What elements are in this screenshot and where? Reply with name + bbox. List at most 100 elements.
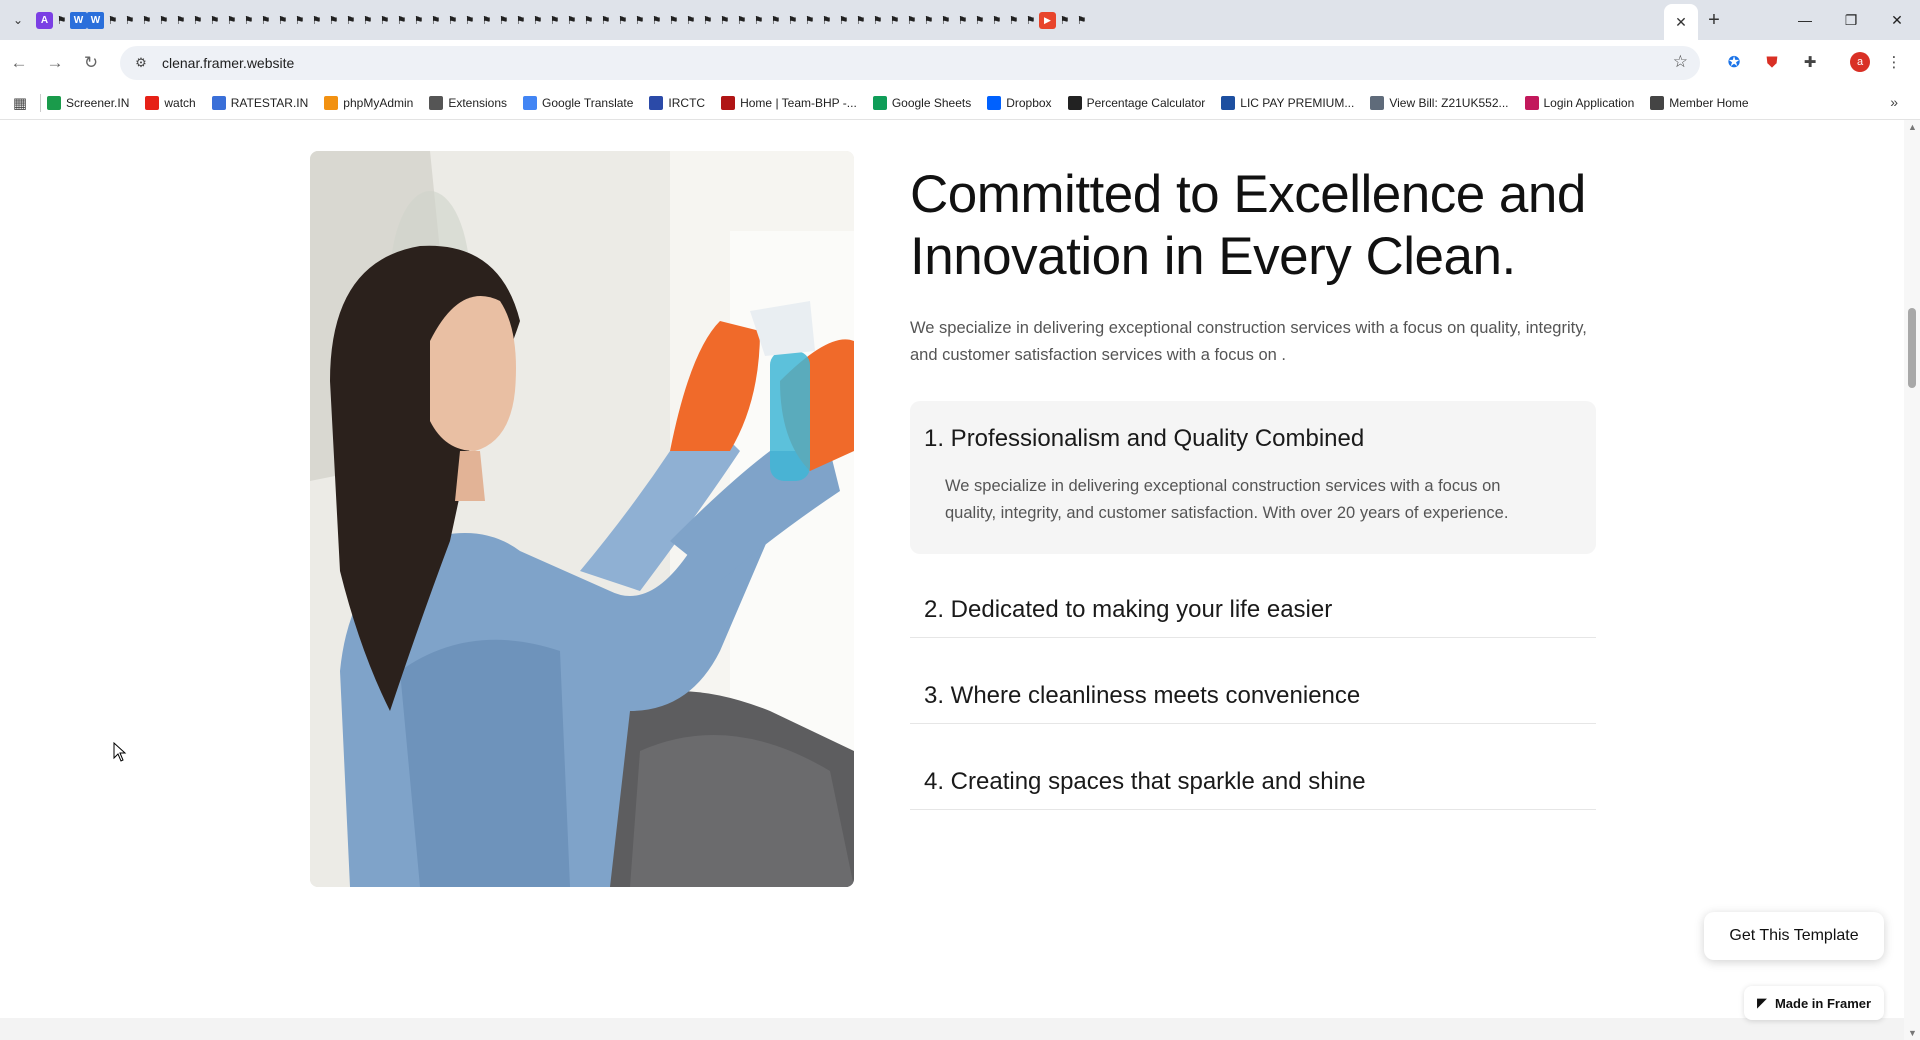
pinned-tab-favicon-icon[interactable]: ⚑ xyxy=(699,12,716,29)
pinned-tab-favicon-icon[interactable]: ▶ xyxy=(1039,11,1056,29)
accordion-title[interactable]: 3. Where cleanliness meets convenience xyxy=(924,682,1360,710)
pinned-tab-favicon-icon[interactable]: ⚑ xyxy=(138,12,155,29)
pinned-tab-favicon-icon[interactable]: ⚑ xyxy=(920,12,937,29)
bookmark-item[interactable]: Google Sheets xyxy=(872,95,971,110)
accordion-title[interactable]: 4. Creating spaces that sparkle and shin… xyxy=(924,768,1366,796)
pinned-tab-favicon-icon[interactable]: W xyxy=(87,11,104,29)
pinned-tab-favicon-icon[interactable]: ⚑ xyxy=(665,12,682,29)
pinned-tab-favicon-icon[interactable]: ⚑ xyxy=(359,12,376,29)
bookmark-item[interactable]: Google Translate xyxy=(523,95,633,110)
apps-grid-icon[interactable]: ▦ xyxy=(0,94,40,112)
scroll-down-icon[interactable]: ▼ xyxy=(1908,1028,1917,1038)
window-close-button[interactable]: ✕ xyxy=(1874,0,1920,40)
pinned-tab-favicon-icon[interactable]: ⚑ xyxy=(1073,12,1090,29)
shield-extension-icon[interactable]: ⛊ xyxy=(1758,48,1786,76)
pinned-tab-favicon-icon[interactable]: ⚑ xyxy=(784,12,801,29)
pinned-tab-favicon-icon[interactable]: ⚑ xyxy=(444,12,461,29)
pinned-tab-favicon-icon[interactable]: ⚑ xyxy=(750,12,767,29)
vpn-extension-icon[interactable]: ✪ xyxy=(1720,48,1748,76)
pinned-tab-favicon-icon[interactable]: ⚑ xyxy=(835,12,852,29)
bookmark-item[interactable]: Extensions xyxy=(429,95,507,110)
pinned-tab-favicon-icon[interactable]: ⚑ xyxy=(529,12,546,29)
bookmark-item[interactable]: Screener.IN xyxy=(47,95,129,110)
pinned-tab-favicon-icon[interactable]: ⚑ xyxy=(376,12,393,29)
site-info-icon[interactable]: ⚙ xyxy=(126,48,156,78)
pinned-tab-favicon-icon[interactable]: ⚑ xyxy=(274,12,291,29)
active-tab[interactable]: ✕ xyxy=(1664,4,1698,40)
reload-icon[interactable]: ↻ xyxy=(74,46,108,80)
pinned-tab-favicon-icon[interactable]: ⚑ xyxy=(104,12,121,29)
pinned-tab-favicon-icon[interactable]: ⚑ xyxy=(971,12,988,29)
pinned-tab-favicon-icon[interactable]: ⚑ xyxy=(257,12,274,29)
profile-avatar[interactable]: a xyxy=(1850,52,1870,72)
pinned-tab-favicon-icon[interactable]: ⚑ xyxy=(291,12,308,29)
forward-icon[interactable]: → xyxy=(38,46,72,80)
bookmark-item[interactable]: RATESTAR.IN xyxy=(211,95,308,110)
pinned-tab-favicon-icon[interactable]: ⚑ xyxy=(937,12,954,29)
accordion-item[interactable]: 2. Dedicated to making your life easier xyxy=(910,576,1596,638)
pinned-tab-favicon-icon[interactable]: ⚑ xyxy=(308,12,325,29)
pinned-tab-favicon-icon[interactable]: ⚑ xyxy=(869,12,886,29)
pinned-tab-favicon-icon[interactable]: ⚑ xyxy=(427,12,444,29)
pinned-tab-favicon-icon[interactable]: ⚑ xyxy=(563,12,580,29)
bookmark-item[interactable]: phpMyAdmin xyxy=(324,95,413,110)
pinned-tab-favicon-icon[interactable]: ⚑ xyxy=(410,12,427,29)
bookmark-item[interactable]: Member Home xyxy=(1650,95,1749,110)
bookmark-item[interactable]: watch xyxy=(145,95,196,110)
pinned-tab-favicon-icon[interactable]: ⚑ xyxy=(1022,12,1039,29)
pinned-tab-favicon-icon[interactable]: ⚑ xyxy=(478,12,495,29)
scrollbar-thumb[interactable] xyxy=(1908,308,1916,388)
puzzle-extensions-icon[interactable]: ✚ xyxy=(1796,48,1824,76)
bookmark-item[interactable]: Login Application xyxy=(1524,95,1634,110)
pinned-tab-favicon-icon[interactable]: ⚑ xyxy=(954,12,971,29)
pinned-tab-favicon-icon[interactable]: ⚑ xyxy=(597,12,614,29)
close-tab-icon[interactable]: ✕ xyxy=(1675,14,1687,31)
pinned-tab-favicon-icon[interactable]: ⚑ xyxy=(1005,12,1022,29)
bookmark-item[interactable]: Percentage Calculator xyxy=(1067,95,1205,110)
accordion-item[interactable]: 4. Creating spaces that sparkle and shin… xyxy=(910,748,1596,810)
minimize-button[interactable]: — xyxy=(1782,0,1828,40)
bookmark-item[interactable]: View Bill: Z21UK552... xyxy=(1370,95,1509,110)
accordion-title[interactable]: 2. Dedicated to making your life easier xyxy=(924,596,1332,624)
pinned-tab-favicon-icon[interactable]: W xyxy=(70,11,87,29)
accordion-title[interactable]: 1. Professionalism and Quality Combined xyxy=(924,425,1364,453)
maximize-button[interactable]: ❐ xyxy=(1828,0,1874,40)
bookmark-item[interactable]: IRCTC xyxy=(649,95,705,110)
get-template-button[interactable]: Get This Template xyxy=(1704,912,1884,960)
pinned-tab-favicon-icon[interactable]: ⚑ xyxy=(53,12,70,29)
pinned-tab-favicon-icon[interactable]: ⚑ xyxy=(648,12,665,29)
pinned-tab-favicon-icon[interactable]: ⚑ xyxy=(189,12,206,29)
tab-search-chevron-icon[interactable]: ⌄ xyxy=(0,0,36,40)
bookmark-item[interactable]: Home | Team-BHP -... xyxy=(721,95,857,110)
pinned-tab-favicon-icon[interactable]: ⚑ xyxy=(495,12,512,29)
pinned-tab-favicon-icon[interactable]: ⚑ xyxy=(1056,12,1073,29)
more-bookmarks-icon[interactable]: » xyxy=(1890,94,1898,110)
pinned-tab-favicon-icon[interactable]: ⚑ xyxy=(461,12,478,29)
pinned-tab-favicon-icon[interactable]: ⚑ xyxy=(988,12,1005,29)
pinned-tab-favicon-icon[interactable]: ⚑ xyxy=(121,12,138,29)
pinned-tab-favicon-icon[interactable]: ⚑ xyxy=(512,12,529,29)
pinned-tab-favicon-icon[interactable]: ⚑ xyxy=(325,12,342,29)
pinned-tab-favicon-icon[interactable]: ⚑ xyxy=(852,12,869,29)
pinned-tab-favicon-icon[interactable]: ⚑ xyxy=(886,12,903,29)
pinned-tab-favicon-icon[interactable]: ⚑ xyxy=(206,12,223,29)
pinned-tab-favicon-icon[interactable]: ⚑ xyxy=(767,12,784,29)
address-bar[interactable]: ⚙ clenar.framer.website ☆ xyxy=(120,46,1700,80)
new-tab-button[interactable]: + xyxy=(1702,8,1726,32)
pinned-tab-favicon-icon[interactable]: ⚑ xyxy=(614,12,631,29)
pinned-tab-favicon-icon[interactable]: ⚑ xyxy=(240,12,257,29)
pinned-tab-favicon-icon[interactable]: ⚑ xyxy=(733,12,750,29)
pinned-tab-favicon-icon[interactable]: ⚑ xyxy=(342,12,359,29)
pinned-tab-favicon-icon[interactable]: ⚑ xyxy=(546,12,563,29)
url-text[interactable]: clenar.framer.website xyxy=(162,55,294,71)
menu-kebab-icon[interactable]: ⋮ xyxy=(1880,48,1908,76)
pinned-tab-favicon-icon[interactable]: ⚑ xyxy=(155,12,172,29)
accordion-item[interactable]: 3. Where cleanliness meets convenience xyxy=(910,662,1596,724)
pinned-tab-favicon-icon[interactable]: ⚑ xyxy=(172,12,189,29)
pinned-tab-favicon-icon[interactable]: ⚑ xyxy=(903,12,920,29)
pinned-tab-favicon-icon[interactable]: ⚑ xyxy=(682,12,699,29)
pinned-tab-favicon-icon[interactable]: ⚑ xyxy=(801,12,818,29)
bookmark-star-icon[interactable]: ☆ xyxy=(1673,52,1688,72)
pinned-tab-favicon-icon[interactable]: ⚑ xyxy=(223,12,240,29)
made-in-framer-badge[interactable]: ◤ Made in Framer xyxy=(1744,986,1884,1020)
